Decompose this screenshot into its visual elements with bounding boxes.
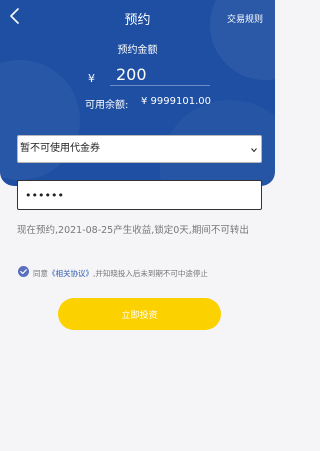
agreement-suffix: ,并知晓投入后未到期不可中途停止 bbox=[93, 269, 208, 278]
amount-label: 预约金额 bbox=[117, 45, 158, 56]
balance-label: 可用余额: bbox=[85, 100, 129, 111]
agreement-prefix: 同意 bbox=[33, 269, 48, 278]
chevron-down-icon bbox=[251, 148, 257, 153]
trading-rules-link[interactable]: 交易规则 bbox=[227, 12, 263, 25]
agreement-text: 同意《相关协议》,并知晓投入后未到期不可中途停止 bbox=[33, 268, 208, 279]
check-icon[interactable] bbox=[18, 266, 29, 277]
invest-now-button[interactable]: 立即投资 bbox=[58, 298, 221, 330]
amount-input[interactable] bbox=[110, 64, 210, 86]
currency-symbol: ¥ bbox=[88, 72, 95, 85]
lock-notice: 现在预约,2021-08-25产生收益,锁定0天,期间不可转出 bbox=[17, 225, 249, 236]
coupon-selected-value: 暂不可使用代金券 bbox=[20, 143, 100, 154]
password-input[interactable] bbox=[17, 180, 262, 210]
agreement-link[interactable]: 《相关协议》 bbox=[48, 269, 93, 278]
balance-value: ¥ 9999101.00 bbox=[141, 96, 211, 107]
agreement-row: 同意《相关协议》,并知晓投入后未到期不可中途停止 bbox=[18, 265, 268, 281]
top-bar: 预约 交易规则 bbox=[0, 0, 275, 36]
coupon-select[interactable]: 暂不可使用代金券 bbox=[17, 135, 262, 163]
